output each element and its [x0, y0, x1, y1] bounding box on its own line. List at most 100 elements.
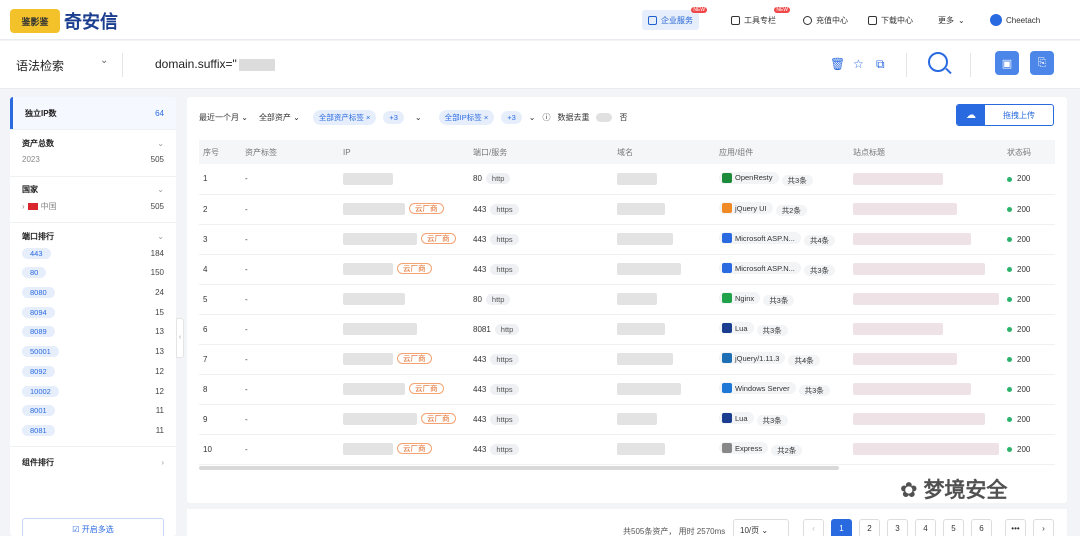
ip-tag-chip[interactable]: 全部IP标签 × — [438, 109, 495, 125]
cell-component[interactable]: Lua 共3条 — [715, 314, 849, 345]
cell-domain[interactable] — [613, 374, 715, 405]
component-tag[interactable]: jQuery/1.11.3 — [719, 352, 786, 364]
table-row[interactable]: 2- 云厂商 443 https jQuery UI 共2条 200 — [199, 194, 1055, 225]
cell-port-service[interactable]: 443 https — [469, 254, 613, 285]
star-icon[interactable]: ☆ — [853, 57, 864, 71]
page-button[interactable]: 4 — [915, 519, 936, 536]
cell-ip[interactable]: 云厂商 — [339, 404, 469, 435]
cell-ip[interactable] — [339, 284, 469, 315]
component-count-pill[interactable]: 共4条 — [788, 355, 820, 366]
horizontal-scrollbar[interactable] — [199, 466, 839, 470]
export-button[interactable]: ⎘ — [1030, 51, 1054, 75]
nav-recharge[interactable]: 充值中心 — [797, 10, 854, 30]
list-item[interactable]: 8001 11 — [22, 401, 164, 421]
cell-site-title[interactable] — [849, 194, 1003, 225]
chevron-down-icon[interactable]: ⌄ — [529, 113, 536, 122]
unique-ip-count[interactable]: 独立IP数 64 — [10, 97, 176, 129]
cell-ip[interactable]: 云厂商 — [339, 254, 469, 285]
section-header[interactable]: 端口排行 ⌄ — [22, 229, 164, 243]
list-item[interactable]: 8092 12 — [22, 362, 164, 382]
cell-domain[interactable] — [613, 404, 715, 435]
component-tag[interactable]: Microsoft ASP.N... — [719, 232, 801, 244]
cell-component[interactable]: Express 共2条 — [715, 434, 849, 465]
time-range-select[interactable]: 最近一个月 ⌄ — [199, 112, 248, 123]
cell-component[interactable]: OpenResty 共3条 — [715, 164, 849, 195]
cell-domain[interactable] — [613, 434, 715, 465]
nav-download[interactable]: 下载中心 — [862, 10, 919, 30]
cell-domain[interactable] — [613, 254, 715, 285]
more-pages-button[interactable]: ••• — [1005, 519, 1026, 536]
component-count-pill[interactable]: 共3条 — [756, 325, 788, 336]
asset-type-select[interactable]: 全部资产 ⌄ — [259, 112, 300, 123]
component-count-pill[interactable]: 共3条 — [798, 385, 830, 396]
cell-ip[interactable]: 云厂商 — [339, 224, 469, 255]
nav-more[interactable]: 更多 ⌄ — [932, 10, 971, 30]
list-item[interactable]: 50001 13 — [22, 342, 164, 362]
cell-component[interactable]: Nginx 共3条 — [715, 284, 849, 315]
save-query-button[interactable]: ▣ — [995, 51, 1019, 75]
brand-logo[interactable]: 鉴影鉴 奇安信 — [10, 8, 118, 34]
cell-site-title[interactable] — [849, 434, 1003, 465]
cell-port-service[interactable]: 443 https — [469, 374, 613, 405]
col-header-asset-tag[interactable]: 资产标签 — [241, 140, 339, 164]
section-header[interactable]: 组件排行 › — [22, 455, 164, 469]
cell-site-title[interactable] — [849, 314, 1003, 345]
table-row[interactable]: 5- 80 http Nginx 共3条 200 — [199, 284, 1055, 315]
cell-site-title[interactable] — [849, 404, 1003, 435]
list-item[interactable]: 8089 13 — [22, 322, 164, 342]
col-header-port-service[interactable]: 端口/服务 — [469, 140, 613, 164]
cell-component[interactable]: jQuery UI 共2条 — [715, 194, 849, 225]
cell-component[interactable]: Windows Server 共3条 — [715, 374, 849, 405]
page-button[interactable]: 3 — [887, 519, 908, 536]
user-menu[interactable]: Cheetach — [984, 10, 1046, 30]
list-item[interactable]: › 中国 505 — [22, 197, 164, 217]
cell-ip[interactable]: 云厂商 — [339, 344, 469, 375]
cell-port-service[interactable]: 443 https — [469, 404, 613, 435]
chevron-down-icon[interactable]: ⌄ — [415, 113, 422, 122]
component-count-pill[interactable]: 共3条 — [803, 265, 836, 276]
component-count-pill[interactable]: 共3条 — [781, 174, 813, 186]
cell-site-title[interactable] — [849, 254, 1003, 285]
table-row[interactable]: 7- 云厂商 443 https jQuery/1.11.3 共4条 200 — [199, 344, 1055, 375]
cell-port-service[interactable]: 80 http — [469, 164, 613, 195]
cell-domain[interactable] — [613, 194, 715, 225]
page-button[interactable]: 6 — [971, 519, 992, 536]
prev-page-button[interactable]: ‹ — [803, 519, 824, 536]
list-item[interactable]: 2023 505 — [22, 150, 164, 170]
cell-component[interactable]: Microsoft ASP.N... 共4条 — [715, 224, 849, 255]
table-row[interactable]: 6- 8081 http Lua 共3条 200 — [199, 314, 1055, 345]
cell-port-service[interactable]: 443 https — [469, 224, 613, 255]
search-icon[interactable] — [928, 52, 948, 72]
col-header-domain[interactable]: 域名 — [613, 140, 715, 164]
ip-tag-more-chip[interactable]: +3 — [501, 110, 522, 124]
cell-port-service[interactable]: 443 https — [469, 344, 613, 375]
list-item[interactable]: 10002 12 — [22, 381, 164, 401]
section-header[interactable]: 国家 ⌄ — [22, 183, 164, 197]
search-input[interactable]: domain.suffix=" — [155, 57, 275, 71]
dedup-toggle[interactable] — [596, 112, 613, 122]
close-icon[interactable]: × — [484, 113, 488, 122]
page-button[interactable]: 5 — [943, 519, 964, 536]
cell-port-service[interactable]: 443 https — [469, 194, 613, 225]
page-button[interactable]: 2 — [859, 519, 880, 536]
nav-enterprise-service[interactable]: 企业服务 NEW — [642, 7, 707, 30]
cell-ip[interactable]: 云厂商 — [339, 374, 469, 405]
table-row[interactable]: 3- 云厂商 443 https Microsoft ASP.N... 共4条 200 — [199, 224, 1055, 255]
col-header-site-title[interactable]: 站点标题 — [849, 140, 1003, 164]
syntax-search-select[interactable]: 语法检索 — [16, 57, 64, 74]
cell-port-service[interactable]: 8081 http — [469, 314, 613, 345]
list-item[interactable]: 80 150 — [22, 263, 164, 283]
cell-site-title[interactable] — [849, 374, 1003, 405]
drag-upload-button[interactable]: ☁ 拖拽上传 — [956, 104, 1054, 126]
cell-ip[interactable] — [339, 164, 469, 195]
cell-domain[interactable] — [613, 284, 715, 315]
col-header-app-component[interactable]: 应用/组件 — [715, 140, 849, 164]
section-header[interactable]: 资产总数 ⌄ — [22, 136, 164, 150]
page-button[interactable]: 1 — [831, 519, 852, 536]
component-tag[interactable]: OpenResty — [719, 171, 779, 184]
component-tag[interactable]: Nginx — [719, 292, 761, 304]
asset-tag-chip[interactable]: 全部资产标签 × — [312, 109, 377, 125]
cell-site-title[interactable] — [849, 224, 1003, 255]
list-item[interactable]: 8080 24 — [22, 283, 164, 303]
component-count-pill[interactable]: 共3条 — [756, 415, 788, 426]
